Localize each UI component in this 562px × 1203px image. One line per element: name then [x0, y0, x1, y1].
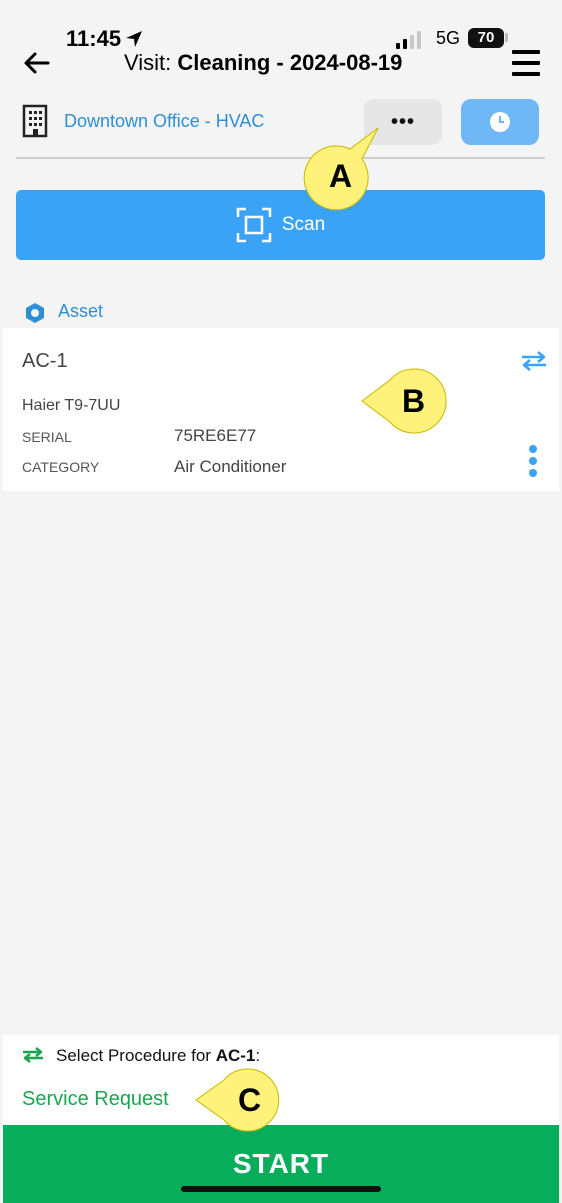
- status-time: 11:45: [66, 26, 143, 52]
- signal-icon: [396, 31, 421, 49]
- network-type: 5G: [436, 28, 461, 48]
- clock-icon: [490, 112, 510, 132]
- battery-icon: 70: [468, 28, 504, 48]
- time-log-button[interactable]: [461, 99, 539, 145]
- location-link[interactable]: Downtown Office - HVAC: [64, 111, 264, 132]
- home-indicator: [181, 1186, 381, 1192]
- location-arrow-icon: [126, 31, 143, 47]
- hamburger-menu-icon[interactable]: [512, 50, 540, 76]
- divider: [16, 157, 545, 159]
- building-icon: [22, 104, 48, 138]
- category-value: Air Conditioner: [174, 457, 287, 476]
- callout-b: B: [360, 368, 450, 434]
- scan-icon: [236, 207, 272, 243]
- callout-c: C: [194, 1068, 284, 1132]
- scan-button[interactable]: Scan: [16, 190, 545, 260]
- callout-a: A: [302, 125, 382, 215]
- asset-model: Haier T9-7UU: [22, 397, 121, 414]
- asset-name: AC-1: [22, 350, 68, 372]
- asset-section-label: Asset: [58, 301, 104, 321]
- procedure-prompt: Select Procedure for AC-1:: [56, 1046, 261, 1065]
- serial-value: 75RE6E77: [174, 426, 257, 445]
- battery-tip: [505, 33, 508, 42]
- category-key: CATEGORY: [22, 459, 100, 475]
- page-title: Visit: Cleaning - 2024-08-19: [124, 50, 403, 75]
- serial-key: SERIAL: [22, 429, 72, 445]
- back-arrow-icon[interactable]: [22, 48, 52, 78]
- kebab-menu-icon[interactable]: [526, 445, 540, 481]
- asset-hexagon-icon: [26, 303, 44, 323]
- procedure-option-service-request[interactable]: Service Request: [22, 1088, 169, 1111]
- swap-procedure-icon: [23, 1047, 43, 1063]
- swap-asset-icon[interactable]: [520, 351, 548, 371]
